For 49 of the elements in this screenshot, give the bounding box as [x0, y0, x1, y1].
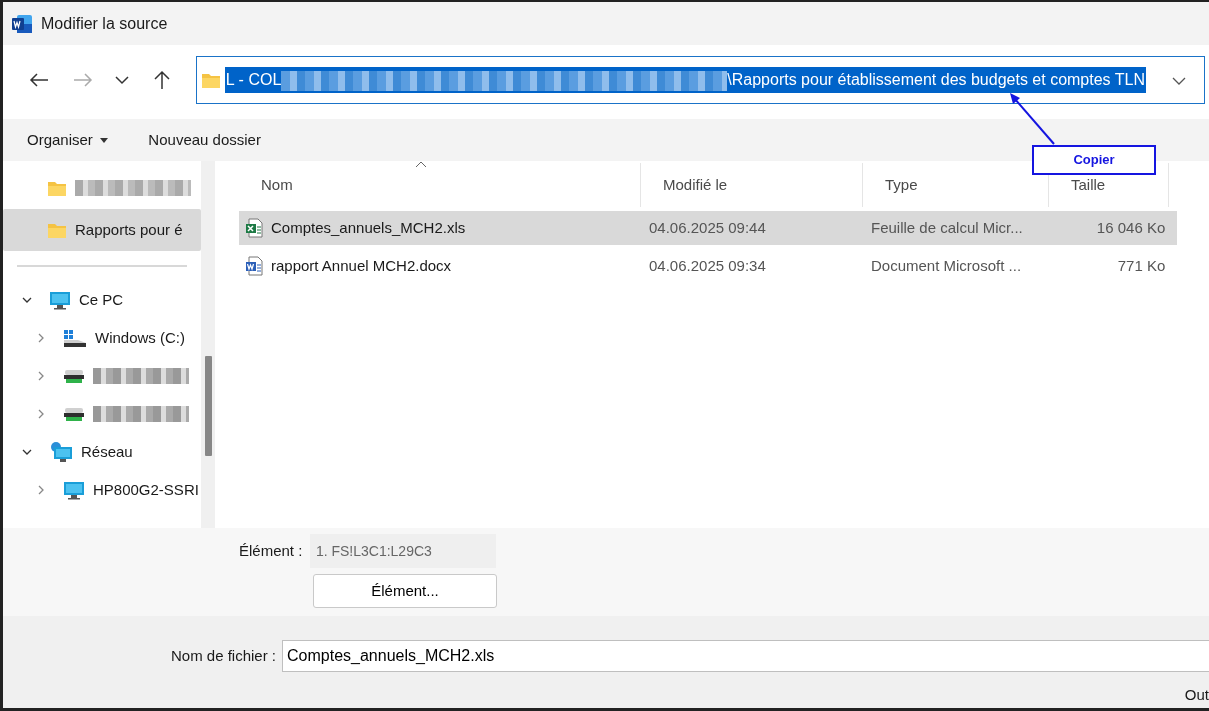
file-type: Feuille de calcul Micr... — [870, 217, 1024, 238]
folder-icon — [200, 71, 221, 89]
address-bar[interactable]: L - COL \Rapports pour établissement des budgets et comptes TLN — [195, 56, 1205, 104]
monitor-icon — [49, 290, 71, 310]
window-title: Modifier la source — [41, 13, 168, 34]
annotation-arrow — [1008, 92, 1058, 146]
sort-ascending-icon — [415, 161, 427, 168]
scrollbar-thumb[interactable] — [204, 356, 212, 456]
nav-item[interactable]: Rapports pour é — [3, 209, 201, 251]
file-name: Comptes_annuels_MCH2.xls — [271, 217, 466, 238]
document-file-icon — [245, 256, 263, 276]
tree-item[interactable]: Ce PC — [3, 281, 201, 319]
drive-icon — [63, 368, 85, 384]
file-size: 771 Ko — [1116, 255, 1167, 276]
organize-menu-button[interactable]: Organiser — [27, 128, 109, 152]
tree-item[interactable]: Réseau — [3, 433, 201, 471]
up-arrow-icon — [153, 70, 171, 90]
file-date: 04.06.2025 09:44 — [648, 217, 767, 238]
scrollbar[interactable] — [201, 161, 215, 528]
annotation-tooltip: Copier — [1032, 145, 1156, 175]
drive-icon — [63, 406, 85, 422]
chevron-down-icon — [1172, 75, 1186, 86]
caret-icon — [100, 137, 109, 143]
column-header[interactable]: Nom — [239, 163, 641, 207]
spreadsheet-file-icon — [245, 218, 263, 238]
tools-button[interactable]: Out — [1184, 684, 1209, 707]
monitor-icon — [63, 480, 85, 500]
tree-item[interactable]: Windows (C:) — [3, 319, 201, 357]
folder-icon — [47, 179, 67, 197]
column-header[interactable]: Modifié le — [641, 163, 863, 207]
file-date: 04.06.2025 09:34 — [648, 255, 767, 276]
address-path: L - COL \Rapports pour établissement des budgets et comptes TLN — [224, 67, 1146, 93]
new-folder-button[interactable]: Nouveau dossier — [148, 128, 261, 152]
tree-item[interactable]: HP800G2-SSRI — [3, 471, 201, 509]
filename-label: Nom de fichier : — [171, 645, 277, 666]
folder-icon — [47, 221, 67, 239]
network-icon — [49, 441, 73, 463]
word-app-icon — [11, 14, 33, 35]
file-type: Document Microsoft ... — [870, 255, 1023, 276]
filename-field[interactable]: Comptes_annuels_MCH2.xls — [282, 640, 1209, 672]
element-label: Élément : — [239, 540, 303, 561]
forward-arrow-icon — [72, 72, 93, 88]
chevron-down-icon — [115, 75, 130, 85]
back-arrow-icon — [28, 72, 49, 88]
file-row[interactable]: Comptes_annuels_MCH2.xls 04.06.2025 09:44 Feuille de calcul Micr... 16 046 Ko — [239, 211, 1177, 245]
drive-icon — [63, 329, 87, 347]
file-name: rapport Annuel MCH2.docx — [271, 255, 452, 276]
file-size: 16 046 Ko — [1095, 217, 1167, 238]
file-row[interactable]: rapport Annuel MCH2.docx 04.06.2025 09:34 Document Microsoft ... 771 Ko — [239, 249, 1177, 283]
